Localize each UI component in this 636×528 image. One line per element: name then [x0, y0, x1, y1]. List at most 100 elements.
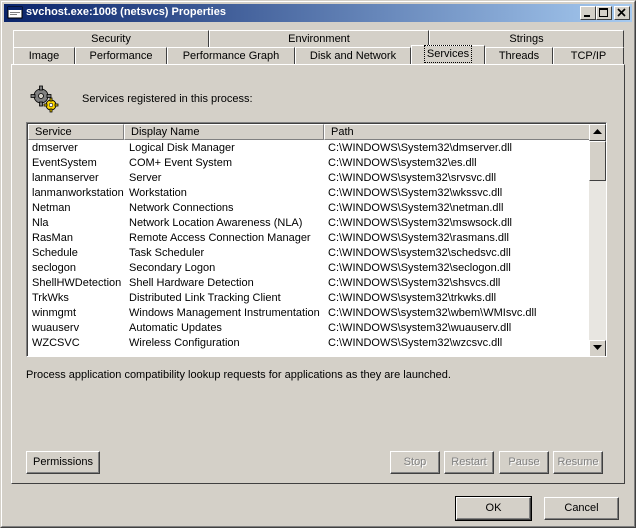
scroll-down-button[interactable]	[589, 340, 606, 356]
table-row[interactable]: ShellHWDetection Shell Hardware Detection…	[28, 276, 590, 291]
display-name-cell: Automatic Updates	[129, 322, 222, 334]
stop-button[interactable]: Stop	[390, 451, 440, 474]
maximize-icon	[599, 8, 608, 17]
tab-performance-graph[interactable]: Performance Graph	[167, 47, 295, 65]
table-row[interactable]: wuauserv Automatic Updates C:\WINDOWS\syst…	[28, 321, 590, 336]
path-cell: C:\WINDOWS\System32\dmserver.dll	[328, 142, 512, 154]
permissions-label: Permissions	[33, 456, 93, 468]
tab-label: Performance	[89, 50, 153, 62]
resume-button[interactable]: Resume	[553, 451, 603, 474]
table-row[interactable]: EventSystem COM+ Event System C:\WINDOWS\s…	[28, 156, 590, 171]
table-row[interactable]: RasMan Remote Access Connection Manager C:…	[28, 231, 590, 246]
tab-label: TCP/IP	[570, 50, 607, 62]
display-name-cell: Windows Management Instrumentation	[129, 307, 320, 319]
maximize-button[interactable]	[596, 6, 612, 20]
minimize-button[interactable]	[580, 6, 596, 20]
gears-icon	[30, 85, 59, 113]
display-name-cell: Workstation	[129, 187, 187, 199]
path-cell: C:\WINDOWS\system32\wuauserv.dll	[328, 322, 512, 334]
close-icon	[617, 8, 626, 17]
window-title: svchost.exe:1008 (netsvcs) Properties	[26, 6, 226, 18]
tab-label: Strings	[509, 33, 544, 45]
path-cell: C:\WINDOWS\system32\schedsvc.dll	[328, 247, 511, 259]
restart-label: Restart	[451, 456, 487, 468]
service-cell: Schedule	[32, 247, 78, 259]
table-row[interactable]: lanmanserver Server C:\WINDOWS\system32\sr…	[28, 171, 590, 186]
display-name-cell: COM+ Event System	[129, 157, 233, 169]
table-row[interactable]: lanmanworkstation Workstation C:\WINDOWS\S…	[28, 186, 590, 201]
service-cell: WZCSVC	[32, 337, 80, 349]
service-cell: ShellHWDetection	[32, 277, 122, 289]
restart-button[interactable]: Restart	[444, 451, 494, 474]
table-row[interactable]: WZCSVC Wireless Configuration C:\WINDOWS\S…	[28, 336, 590, 351]
tab-environment[interactable]: Environment	[209, 30, 429, 48]
column-header-path[interactable]: Path	[324, 124, 590, 140]
path-cell: C:\WINDOWS\System32\mswsock.dll	[328, 217, 512, 229]
table-row[interactable]: TrkWks Distributed Link Tracking Client C:…	[28, 291, 590, 306]
tab-threads[interactable]: Threads	[485, 47, 553, 65]
tab-disk-and-network[interactable]: Disk and Network	[295, 47, 411, 65]
display-name-cell: Distributed Link Tracking Client	[129, 292, 281, 304]
path-cell: C:\WINDOWS\system32\trkwks.dll	[328, 292, 497, 304]
service-cell: lanmanserver	[32, 172, 99, 184]
process-icon	[7, 6, 23, 19]
tab-services[interactable]: Services	[411, 45, 485, 65]
tab-security[interactable]: Security	[13, 30, 209, 48]
column-header-display-name[interactable]: Display Name	[124, 124, 324, 140]
path-cell: C:\WINDOWS\system32\srvsvc.dll	[328, 172, 497, 184]
table-row[interactable]: winmgmt Windows Management Instrumentatio…	[28, 306, 590, 321]
table-row[interactable]: Nla Network Location Awareness (NLA) C:\WI…	[28, 216, 590, 231]
display-name-cell: Task Scheduler	[129, 247, 205, 259]
service-cell: wuauserv	[32, 322, 80, 334]
service-cell: RasMan	[32, 232, 73, 244]
column-header-service[interactable]: Service	[28, 124, 124, 140]
arrow-down-icon	[593, 345, 602, 350]
table-row[interactable]: Schedule Task Scheduler C:\WINDOWS\system3…	[28, 246, 590, 261]
ok-button[interactable]: OK	[455, 496, 532, 521]
title-bar[interactable]: svchost.exe:1008 (netsvcs) Properties	[4, 4, 632, 22]
resume-label: Resume	[557, 456, 599, 468]
arrow-up-icon	[593, 129, 602, 134]
display-name-cell: Network Location Awareness (NLA)	[129, 217, 303, 229]
service-cell: seclogon	[32, 262, 77, 274]
display-name-cell: Wireless Configuration	[129, 337, 240, 349]
pause-label: Pause	[508, 456, 540, 468]
table-row[interactable]: seclogon Secondary Logon C:\WINDOWS\System…	[28, 261, 590, 276]
table-row[interactable]: dmserver Logical Disk Manager C:\WINDOWS\S…	[28, 141, 590, 156]
stop-label: Stop	[403, 456, 427, 468]
service-cell: winmgmt	[32, 307, 77, 319]
permissions-button[interactable]: Permissions	[26, 451, 100, 474]
tab-label: Performance Graph	[182, 50, 280, 62]
services-header-text: Services registered in this process:	[82, 93, 253, 105]
pause-button[interactable]: Pause	[499, 451, 549, 474]
tab-label: Image	[28, 50, 60, 62]
services-list[interactable]: Service Display Name Path dmserver Logica…	[26, 122, 607, 357]
display-name-cell: Remote Access Connection Manager	[129, 232, 311, 244]
tab-image[interactable]: Image	[13, 47, 75, 65]
minimize-icon	[584, 15, 590, 17]
service-cell: Netman	[32, 202, 71, 214]
path-cell: C:\WINDOWS\System32\seclogon.dll	[328, 262, 511, 274]
display-name-cell: Shell Hardware Detection	[129, 277, 254, 289]
tab-label: Threads	[498, 50, 540, 62]
close-button[interactable]	[614, 6, 630, 20]
service-description: Process application compatibility lookup…	[26, 369, 451, 381]
tab-tcp-ip[interactable]: TCP/IP	[553, 47, 624, 65]
display-name-cell: Logical Disk Manager	[129, 142, 235, 154]
scroll-thumb[interactable]	[589, 141, 606, 181]
tab-row-top: Security Environment Strings	[9, 30, 629, 48]
tab-performance[interactable]: Performance	[75, 47, 167, 65]
table-row[interactable]: Netman Network Connections C:\WINDOWS\Syst…	[28, 201, 590, 216]
tab-label: Environment	[288, 33, 350, 45]
scroll-up-button[interactable]	[589, 124, 606, 141]
cancel-label: Cancel	[564, 502, 599, 514]
tab-label: Services	[423, 45, 473, 63]
display-name-cell: Network Connections	[129, 202, 234, 214]
service-cell: TrkWks	[32, 292, 69, 304]
path-cell: C:\WINDOWS\System32\shsvcs.dll	[328, 277, 501, 289]
display-name-cell: Secondary Logon	[129, 262, 216, 274]
cancel-button[interactable]: Cancel	[544, 497, 619, 520]
path-cell: C:\WINDOWS\System32\rasmans.dll	[328, 232, 509, 244]
vertical-scrollbar[interactable]	[589, 124, 606, 356]
properties-window: svchost.exe:1008 (netsvcs) Properties Se…	[0, 0, 636, 528]
